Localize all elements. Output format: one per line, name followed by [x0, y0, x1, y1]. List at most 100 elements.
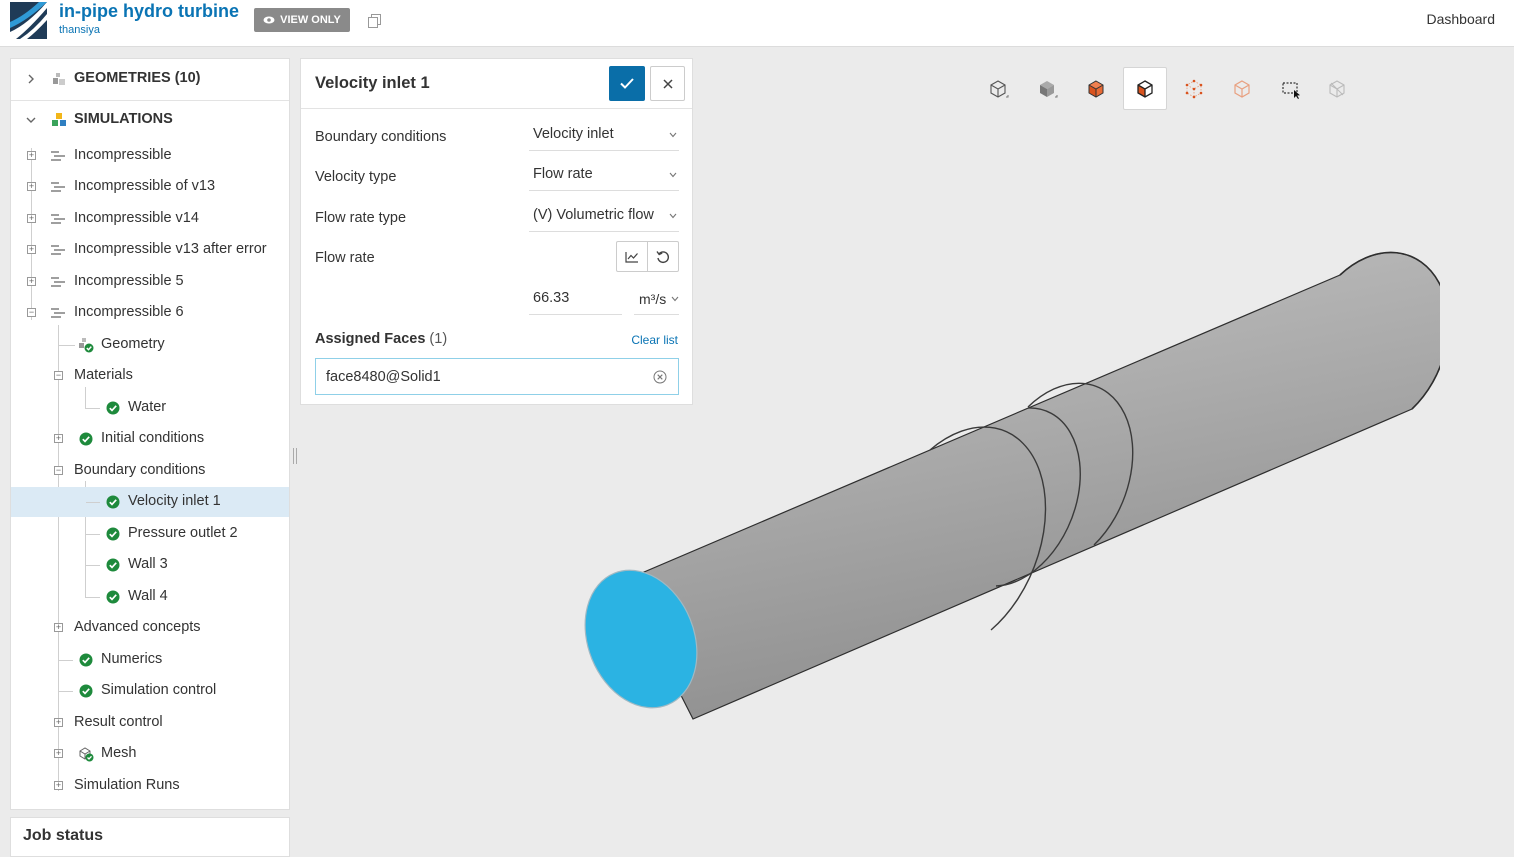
check-circle-icon: [79, 432, 93, 446]
hide-selection-button[interactable]: [1315, 67, 1359, 110]
close-button[interactable]: [650, 66, 685, 101]
chevron-right-icon[interactable]: [25, 73, 37, 85]
tree-item-simulation-runs[interactable]: + Simulation Runs: [11, 771, 289, 801]
expand-icon[interactable]: +: [27, 151, 36, 160]
geometry-check-icon: [79, 338, 94, 353]
chevron-down-icon[interactable]: [25, 114, 37, 126]
cube-nodes-icon: [1185, 79, 1203, 98]
job-status-panel[interactable]: Job status: [10, 817, 290, 857]
tree-item-label: Simulation Runs: [74, 777, 180, 793]
tree-item-simulation[interactable]: + Incompressible 5: [11, 267, 289, 297]
tree-item-initial-conditions[interactable]: + Initial conditions: [11, 424, 289, 454]
view-only-badge: VIEW ONLY: [254, 8, 350, 32]
check-circle-icon: [106, 527, 120, 541]
pipe-body: [622, 251, 1440, 720]
check-circle-icon: [106, 590, 120, 604]
tree-item-simulation[interactable]: + Incompressible: [11, 141, 289, 171]
project-title[interactable]: in-pipe hydro turbine: [59, 1, 239, 22]
chevron-down-icon: [669, 172, 677, 178]
pipe-3d-model[interactable]: [560, 250, 1440, 740]
check-circle-icon: [106, 401, 120, 415]
tree-item-label: Boundary conditions: [74, 462, 206, 478]
boundary-conditions-select[interactable]: Velocity inlet: [529, 121, 679, 151]
simulation-icon: [51, 277, 65, 287]
tree-item-label: Incompressible v14: [74, 210, 199, 226]
tree-item-numerics[interactable]: Numerics: [11, 645, 289, 675]
expand-icon[interactable]: +: [54, 623, 63, 632]
view-solid-edges-button[interactable]: [1074, 67, 1118, 110]
tree-section-simulations[interactable]: SIMULATIONS: [11, 105, 289, 135]
tree-item-label: Incompressible 5: [74, 273, 184, 289]
tree-item-mesh[interactable]: + Mesh: [11, 739, 289, 769]
tree-item-label: Incompressible: [74, 147, 172, 163]
tree-item-label: Materials: [74, 367, 133, 383]
view-wireframe-button[interactable]: [976, 67, 1020, 110]
tree-item-geometry[interactable]: Geometry: [11, 330, 289, 360]
check-icon: [620, 78, 634, 89]
velocity-type-select[interactable]: Flow rate: [529, 161, 679, 191]
simscale-logo[interactable]: [10, 2, 47, 39]
view-solid-button[interactable]: [1025, 67, 1069, 110]
expand-icon[interactable]: +: [54, 434, 63, 443]
tree-item-label: Pressure outlet 2: [128, 525, 238, 541]
check-circle-icon: [79, 684, 93, 698]
collapse-icon[interactable]: −: [54, 466, 63, 475]
expand-icon[interactable]: +: [27, 277, 36, 286]
expand-icon[interactable]: +: [27, 245, 36, 254]
boundary-conditions-label: Boundary conditions: [315, 129, 447, 145]
tree-item-pressure-outlet[interactable]: Pressure outlet 2: [11, 519, 289, 549]
tree-item-material[interactable]: Water: [11, 393, 289, 423]
simulation-tree-panel: GEOMETRIES (10) SIMULATIONS + Incompress…: [10, 58, 290, 810]
cube-hidden-icon: [1329, 79, 1345, 98]
cube-solid-icon: [1040, 80, 1058, 97]
select-nodes-button[interactable]: [1172, 67, 1216, 110]
tree-item-label: Geometry: [101, 336, 165, 352]
tree-item-result-control[interactable]: + Result control: [11, 708, 289, 738]
panel-resize-handle[interactable]: [293, 448, 297, 464]
tree-item-simulation[interactable]: + Incompressible of v13: [11, 172, 289, 202]
close-icon: [662, 78, 673, 89]
boundary-conditions-value: Velocity inlet: [533, 126, 614, 142]
tree-item-advanced-concepts[interactable]: + Advanced concepts: [11, 613, 289, 643]
tree-section-geometries[interactable]: GEOMETRIES (10): [11, 64, 289, 94]
tree-item-wall[interactable]: Wall 4: [11, 582, 289, 612]
select-volumes-button[interactable]: [1220, 67, 1264, 110]
simulation-icon: [51, 214, 65, 224]
tree-item-simulation-control[interactable]: Simulation control: [11, 676, 289, 706]
collapse-icon[interactable]: −: [27, 308, 36, 317]
expand-icon[interactable]: +: [54, 718, 63, 727]
tree-item-simulation[interactable]: − Incompressible 6: [11, 298, 289, 328]
tree-item-materials[interactable]: − Materials: [11, 361, 289, 391]
flow-rate-type-value: (V) Volumetric flow: [533, 207, 654, 223]
eye-icon: [263, 16, 275, 24]
dashboard-link[interactable]: Dashboard: [1427, 11, 1496, 27]
expand-icon[interactable]: +: [27, 182, 36, 191]
simulation-icon: [51, 182, 65, 192]
flow-rate-type-select[interactable]: (V) Volumetric flow: [529, 202, 679, 232]
tree-item-velocity-inlet[interactable]: Velocity inlet 1: [11, 487, 289, 517]
select-faces-button[interactable]: [1123, 67, 1167, 110]
geometries-label: GEOMETRIES (10): [74, 70, 201, 86]
collapse-icon[interactable]: −: [54, 371, 63, 380]
tree-item-simulation[interactable]: + Incompressible v13 after error: [11, 235, 289, 265]
expand-icon[interactable]: +: [54, 781, 63, 790]
expand-icon[interactable]: +: [54, 749, 63, 758]
tree-item-label: Result control: [74, 714, 163, 730]
box-select-button[interactable]: [1269, 67, 1313, 110]
copy-icon[interactable]: [368, 14, 381, 28]
tree-item-wall[interactable]: Wall 3: [11, 550, 289, 580]
tree-item-boundary-conditions[interactable]: − Boundary conditions: [11, 456, 289, 486]
geometry-icon: [53, 73, 65, 85]
simulation-icon: [51, 308, 65, 318]
view-only-label: VIEW ONLY: [280, 14, 341, 26]
box-select-icon: [1282, 81, 1300, 99]
confirm-button[interactable]: [609, 66, 645, 101]
cube-outline-icon: [990, 79, 1009, 98]
project-owner[interactable]: thansiya: [59, 24, 100, 36]
flow-rate-label: Flow rate: [315, 250, 375, 266]
tree-item-simulation[interactable]: + Incompressible v14: [11, 204, 289, 234]
expand-icon[interactable]: +: [27, 214, 36, 223]
tree-item-label: Advanced concepts: [74, 619, 201, 635]
flow-rate-type-label: Flow rate type: [315, 210, 407, 226]
simulations-icon: [52, 113, 66, 126]
